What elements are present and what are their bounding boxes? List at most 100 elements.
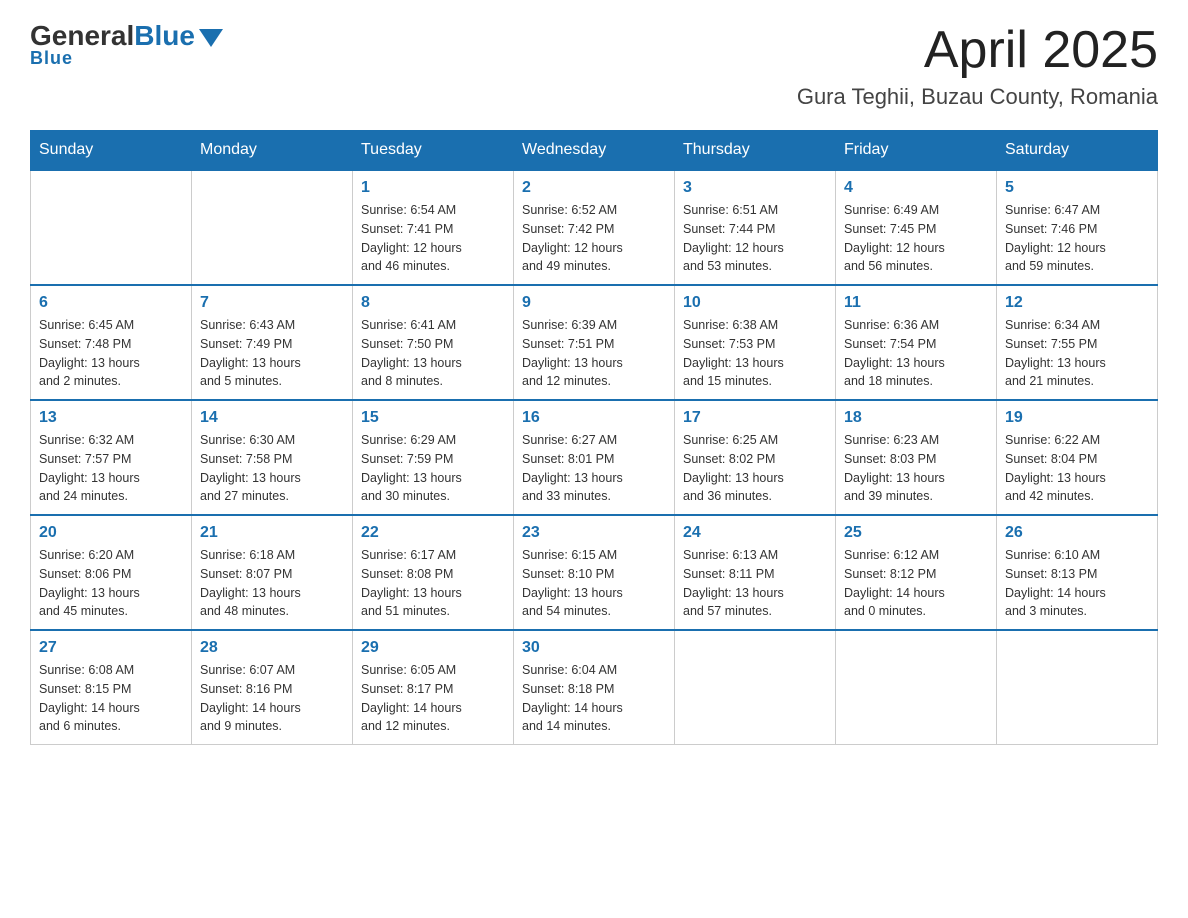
day-number-30: 30 (522, 639, 666, 657)
day-info-19: Sunrise: 6:22 AMSunset: 8:04 PMDaylight:… (1005, 431, 1149, 506)
calendar-cell-w2-d5: 10 Sunrise: 6:38 AMSunset: 7:53 PMDayligh… (675, 285, 836, 400)
week-row-3: 13 Sunrise: 6:32 AMSunset: 7:57 PMDayligh… (31, 400, 1158, 515)
day-info-5: Sunrise: 6:47 AMSunset: 7:46 PMDaylight:… (1005, 201, 1149, 276)
calendar-cell-w2-d2: 7 Sunrise: 6:43 AMSunset: 7:49 PMDaylight… (192, 285, 353, 400)
day-number-29: 29 (361, 639, 505, 657)
calendar-cell-w5-d4: 30 Sunrise: 6:04 AMSunset: 8:18 PMDayligh… (514, 630, 675, 745)
calendar-cell-w4-d4: 23 Sunrise: 6:15 AMSunset: 8:10 PMDayligh… (514, 515, 675, 630)
col-monday: Monday (192, 131, 353, 171)
day-number-28: 28 (200, 639, 344, 657)
col-tuesday: Tuesday (353, 131, 514, 171)
calendar-cell-w5-d2: 28 Sunrise: 6:07 AMSunset: 8:16 PMDayligh… (192, 630, 353, 745)
location-title: Gura Teghii, Buzau County, Romania (797, 84, 1158, 110)
day-info-11: Sunrise: 6:36 AMSunset: 7:54 PMDaylight:… (844, 316, 988, 391)
day-number-2: 2 (522, 179, 666, 197)
day-number-7: 7 (200, 294, 344, 312)
day-number-14: 14 (200, 409, 344, 427)
day-info-1: Sunrise: 6:54 AMSunset: 7:41 PMDaylight:… (361, 201, 505, 276)
day-number-24: 24 (683, 524, 827, 542)
day-number-11: 11 (844, 294, 988, 312)
calendar-cell-w1-d2 (192, 170, 353, 285)
calendar-cell-w5-d3: 29 Sunrise: 6:05 AMSunset: 8:17 PMDayligh… (353, 630, 514, 745)
calendar-cell-w2-d1: 6 Sunrise: 6:45 AMSunset: 7:48 PMDaylight… (31, 285, 192, 400)
day-number-27: 27 (39, 639, 183, 657)
calendar-cell-w3-d4: 16Sunrise: 6:27 AMSunset: 8:01 PMDayligh… (514, 400, 675, 515)
day-info-24: Sunrise: 6:13 AMSunset: 8:11 PMDaylight:… (683, 546, 827, 621)
day-number-1: 1 (361, 179, 505, 197)
calendar-cell-w4-d6: 25 Sunrise: 6:12 AMSunset: 8:12 PMDayligh… (836, 515, 997, 630)
day-number-9: 9 (522, 294, 666, 312)
calendar-cell-w2-d4: 9 Sunrise: 6:39 AMSunset: 7:51 PMDaylight… (514, 285, 675, 400)
calendar-cell-w2-d3: 8 Sunrise: 6:41 AMSunset: 7:50 PMDaylight… (353, 285, 514, 400)
day-number-15: 15 (361, 409, 505, 427)
col-thursday: Thursday (675, 131, 836, 171)
day-info-25: Sunrise: 6:12 AMSunset: 8:12 PMDaylight:… (844, 546, 988, 621)
day-info-8: Sunrise: 6:41 AMSunset: 7:50 PMDaylight:… (361, 316, 505, 391)
week-row-1: 1 Sunrise: 6:54 AMSunset: 7:41 PMDaylight… (31, 170, 1158, 285)
calendar-cell-w4-d7: 26Sunrise: 6:10 AMSunset: 8:13 PMDayligh… (997, 515, 1158, 630)
calendar-cell-w4-d3: 22 Sunrise: 6:17 AMSunset: 8:08 PMDayligh… (353, 515, 514, 630)
day-info-30: Sunrise: 6:04 AMSunset: 8:18 PMDaylight:… (522, 661, 666, 736)
calendar-cell-w5-d5 (675, 630, 836, 745)
day-info-14: Sunrise: 6:30 AMSunset: 7:58 PMDaylight:… (200, 431, 344, 506)
day-number-12: 12 (1005, 294, 1149, 312)
calendar-cell-w4-d1: 20Sunrise: 6:20 AMSunset: 8:06 PMDayligh… (31, 515, 192, 630)
week-row-5: 27 Sunrise: 6:08 AMSunset: 8:15 PMDayligh… (31, 630, 1158, 745)
day-info-29: Sunrise: 6:05 AMSunset: 8:17 PMDaylight:… (361, 661, 505, 736)
calendar-cell-w3-d6: 18Sunrise: 6:23 AMSunset: 8:03 PMDayligh… (836, 400, 997, 515)
day-number-16: 16 (522, 409, 666, 427)
day-number-18: 18 (844, 409, 988, 427)
day-number-23: 23 (522, 524, 666, 542)
day-info-15: Sunrise: 6:29 AMSunset: 7:59 PMDaylight:… (361, 431, 505, 506)
day-info-27: Sunrise: 6:08 AMSunset: 8:15 PMDaylight:… (39, 661, 183, 736)
calendar-cell-w5-d7 (997, 630, 1158, 745)
logo: General Blue Blue (30, 20, 223, 69)
day-number-17: 17 (683, 409, 827, 427)
calendar-cell-w3-d1: 13 Sunrise: 6:32 AMSunset: 7:57 PMDayligh… (31, 400, 192, 515)
calendar-cell-w4-d5: 24 Sunrise: 6:13 AMSunset: 8:11 PMDayligh… (675, 515, 836, 630)
col-friday: Friday (836, 131, 997, 171)
day-number-4: 4 (844, 179, 988, 197)
day-number-6: 6 (39, 294, 183, 312)
day-number-25: 25 (844, 524, 988, 542)
month-title: April 2025 (797, 20, 1158, 80)
calendar-table: Sunday Monday Tuesday Wednesday Thursday… (30, 130, 1158, 745)
calendar-cell-w2-d6: 11 Sunrise: 6:36 AMSunset: 7:54 PMDayligh… (836, 285, 997, 400)
day-info-22: Sunrise: 6:17 AMSunset: 8:08 PMDaylight:… (361, 546, 505, 621)
day-number-8: 8 (361, 294, 505, 312)
day-number-10: 10 (683, 294, 827, 312)
day-info-12: Sunrise: 6:34 AMSunset: 7:55 PMDaylight:… (1005, 316, 1149, 391)
calendar-cell-w1-d5: 3Sunrise: 6:51 AMSunset: 7:44 PMDaylight… (675, 170, 836, 285)
day-info-23: Sunrise: 6:15 AMSunset: 8:10 PMDaylight:… (522, 546, 666, 621)
day-info-13: Sunrise: 6:32 AMSunset: 7:57 PMDaylight:… (39, 431, 183, 506)
calendar-cell-w4-d2: 21Sunrise: 6:18 AMSunset: 8:07 PMDayligh… (192, 515, 353, 630)
logo-triangle-icon (199, 29, 223, 47)
col-wednesday: Wednesday (514, 131, 675, 171)
day-number-19: 19 (1005, 409, 1149, 427)
day-number-5: 5 (1005, 179, 1149, 197)
day-info-26: Sunrise: 6:10 AMSunset: 8:13 PMDaylight:… (1005, 546, 1149, 621)
day-info-9: Sunrise: 6:39 AMSunset: 7:51 PMDaylight:… (522, 316, 666, 391)
calendar-cell-w1-d1 (31, 170, 192, 285)
day-number-22: 22 (361, 524, 505, 542)
day-info-3: Sunrise: 6:51 AMSunset: 7:44 PMDaylight:… (683, 201, 827, 276)
calendar-cell-w5-d1: 27 Sunrise: 6:08 AMSunset: 8:15 PMDayligh… (31, 630, 192, 745)
day-info-6: Sunrise: 6:45 AMSunset: 7:48 PMDaylight:… (39, 316, 183, 391)
calendar-cell-w1-d7: 5 Sunrise: 6:47 AMSunset: 7:46 PMDaylight… (997, 170, 1158, 285)
day-info-10: Sunrise: 6:38 AMSunset: 7:53 PMDaylight:… (683, 316, 827, 391)
calendar-cell-w1-d3: 1 Sunrise: 6:54 AMSunset: 7:41 PMDaylight… (353, 170, 514, 285)
day-info-28: Sunrise: 6:07 AMSunset: 8:16 PMDaylight:… (200, 661, 344, 736)
calendar-header-row: Sunday Monday Tuesday Wednesday Thursday… (31, 131, 1158, 171)
calendar-cell-w3-d7: 19 Sunrise: 6:22 AMSunset: 8:04 PMDayligh… (997, 400, 1158, 515)
calendar-cell-w3-d5: 17Sunrise: 6:25 AMSunset: 8:02 PMDayligh… (675, 400, 836, 515)
page-header: General Blue Blue April 2025 Gura Teghii… (30, 20, 1158, 110)
week-row-2: 6 Sunrise: 6:45 AMSunset: 7:48 PMDaylight… (31, 285, 1158, 400)
day-number-13: 13 (39, 409, 183, 427)
day-number-20: 20 (39, 524, 183, 542)
title-area: April 2025 Gura Teghii, Buzau County, Ro… (797, 20, 1158, 110)
calendar-cell-w3-d3: 15 Sunrise: 6:29 AMSunset: 7:59 PMDayligh… (353, 400, 514, 515)
day-info-2: Sunrise: 6:52 AMSunset: 7:42 PMDaylight:… (522, 201, 666, 276)
col-sunday: Sunday (31, 131, 192, 171)
day-info-7: Sunrise: 6:43 AMSunset: 7:49 PMDaylight:… (200, 316, 344, 391)
calendar-cell-w5-d6 (836, 630, 997, 745)
